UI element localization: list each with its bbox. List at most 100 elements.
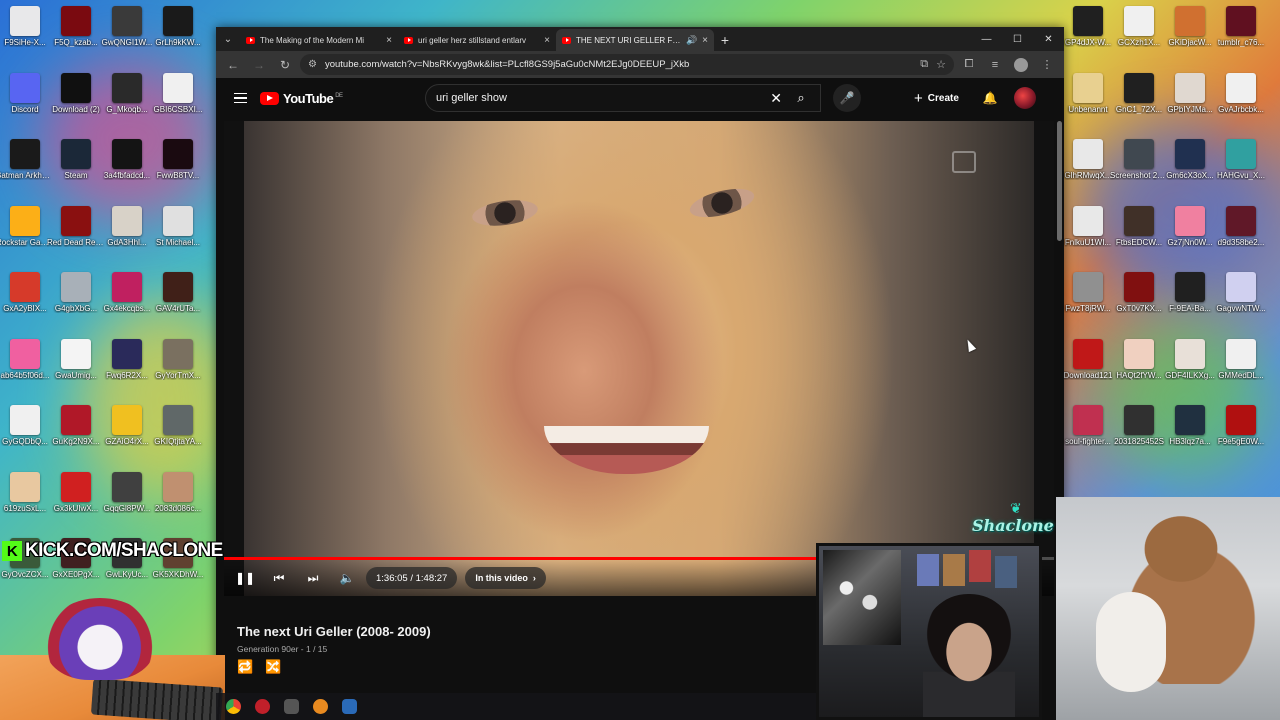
desktop-icon[interactable]: F5Q_kzab... <box>47 6 105 47</box>
desktop-icon[interactable]: GyYorTmX... <box>149 338 207 380</box>
playlist-info[interactable]: Generation 90er - 1 / 15 <box>237 644 327 654</box>
desktop-icon[interactable]: F9e5gE0W... <box>1212 405 1270 446</box>
next-button[interactable]: ⏭ <box>298 563 328 593</box>
back-button[interactable]: ← <box>222 54 244 76</box>
desktop-icon[interactable]: GrLh9kKW... <box>149 6 207 47</box>
desktop-icon[interactable]: FtbsEDCW... <box>1110 205 1168 247</box>
media-controls-button[interactable]: ≡ <box>984 54 1006 76</box>
steam-taskbar-icon[interactable] <box>342 699 357 714</box>
chapter-button[interactable]: In this video › <box>465 567 546 589</box>
app-taskbar-icon[interactable] <box>313 699 328 714</box>
desktop-icon[interactable]: GyGQDbQ... <box>0 405 54 446</box>
desktop-icon[interactable]: Screenshot 2023-06-... <box>1110 139 1168 180</box>
desktop-icon[interactable]: Gx4ekcqbs... <box>98 272 156 313</box>
profile-avatar[interactable] <box>1014 57 1028 72</box>
close-tab-icon[interactable]: × <box>702 35 708 46</box>
desktop-icon[interactable]: GuKg2N9X... <box>47 405 105 446</box>
desktop-icon[interactable]: GagvwNTW... <box>1212 272 1270 313</box>
install-app-icon[interactable]: ⧉ <box>920 58 928 71</box>
desktop-icon[interactable]: GPbIYJMa... <box>1161 72 1219 114</box>
reload-button[interactable]: ↻ <box>274 54 296 76</box>
desktop-icon[interactable]: GP4dJX-W... <box>1059 6 1117 47</box>
chrome-taskbar-icon[interactable] <box>226 699 241 714</box>
desktop-icon[interactable]: Gz7jNn0W... <box>1161 205 1219 247</box>
clear-search-icon[interactable]: ✕ <box>770 90 782 107</box>
desktop-icon[interactable]: F-9EA-Ba... <box>1161 272 1219 313</box>
desktop-icon[interactable]: GxA2yBIX... <box>0 272 54 313</box>
desktop-icon[interactable]: GwaUmig... <box>47 338 105 380</box>
desktop-icon[interactable]: FwzT8jRW... <box>1059 272 1117 313</box>
desktop-icon[interactable]: FnlkuU1WI... <box>1059 205 1117 247</box>
close-tab-icon[interactable]: × <box>544 35 550 46</box>
desktop-icon[interactable]: GdA3Hhl... <box>98 205 156 247</box>
desktop-icon[interactable]: 3a4fbfadcd... <box>98 139 156 180</box>
shuffle-icon[interactable]: 🔀 <box>265 659 281 675</box>
desktop-icon[interactable]: 2031825452S <box>1110 405 1168 446</box>
forward-button[interactable]: → <box>248 54 270 76</box>
search-input[interactable]: uri geller show ✕ <box>425 84 821 112</box>
browser-menu-button[interactable]: ⋮ <box>1036 54 1058 76</box>
account-avatar[interactable] <box>1014 87 1036 109</box>
desktop-icon[interactable]: GxT0v7KX... <box>1110 272 1168 313</box>
tab-making-of[interactable]: The Making of the Modern Mi × <box>240 29 398 51</box>
desktop-icon[interactable]: FwwB8TV... <box>149 139 207 180</box>
search-button[interactable]: ⌕ <box>786 84 816 112</box>
audio-playing-icon[interactable]: 🔊 <box>686 35 697 46</box>
video-player[interactable]: ❚❚ ⏮ ⏭ 🔈 1:36:05 / 1:48:27 In this video… <box>224 121 1054 596</box>
desktop-icon[interactable]: ab64b5f06d... <box>0 338 54 380</box>
desktop-icon[interactable]: GnC1_72X... <box>1110 72 1168 114</box>
desktop-icon[interactable]: GvAJrbcbk... <box>1212 72 1270 114</box>
desktop-icon[interactable]: Fwq6R2X... <box>98 338 156 380</box>
desktop-icon[interactable]: GBI6CSBXI... <box>149 72 207 114</box>
desktop-icon[interactable]: tumblr_c76... <box>1212 6 1270 47</box>
desktop-icon[interactable]: HAHGvu_X... <box>1212 139 1270 180</box>
desktop-icon[interactable]: GMMedDL... <box>1212 338 1270 380</box>
desktop-icon[interactable]: GDF4ILKXg... <box>1161 338 1219 380</box>
extensions-button[interactable]: ⧠ <box>958 54 980 76</box>
desktop-icon[interactable]: d9d358be2... <box>1212 205 1270 247</box>
mute-button[interactable]: 🔈 <box>332 563 362 593</box>
desktop-icon[interactable]: G4gbXbG... <box>47 272 105 313</box>
tab-search-button[interactable]: ⌄ <box>216 27 240 51</box>
desktop-icon[interactable]: St Michael... <box>149 205 207 247</box>
site-info-icon[interactable]: ⚙ <box>308 59 317 70</box>
video-frame[interactable] <box>244 121 1034 596</box>
app-taskbar-icon[interactable] <box>284 699 299 714</box>
desktop-icon[interactable]: GCXzh1X... <box>1110 6 1168 47</box>
minimize-icon[interactable]: — <box>971 27 1002 51</box>
desktop-icon[interactable]: G_Mkoqb... <box>98 72 156 114</box>
desktop-icon[interactable]: HB3lqz7a... <box>1161 405 1219 446</box>
desktop-icon[interactable]: GlhRMwqX... <box>1059 139 1117 180</box>
tab-uri-geller-herz[interactable]: uri geller herz stillstand entlarv × <box>398 29 556 51</box>
desktop-icon[interactable]: F9SiHe-X... <box>0 6 54 47</box>
pause-button[interactable]: ❚❚ <box>230 563 260 593</box>
desktop-icon[interactable]: GKiDjacW... <box>1161 6 1219 47</box>
desktop-icon[interactable]: GwQNGI1W... <box>98 6 156 47</box>
previous-button[interactable]: ⏮ <box>264 563 294 593</box>
create-button[interactable]: + Create <box>904 84 969 112</box>
loop-icon[interactable]: 🔁 <box>237 659 253 675</box>
new-tab-button[interactable]: + <box>714 29 736 51</box>
desktop-icon[interactable]: GZAiO4rX... <box>98 405 156 446</box>
desktop-icon[interactable]: GAV4rUTa... <box>149 272 207 313</box>
desktop-icon[interactable]: GqqGl8PW... <box>98 471 156 513</box>
desktop-icon[interactable]: GKIQtjtaYA... <box>149 405 207 446</box>
voice-search-button[interactable]: 🎤 <box>833 84 861 112</box>
desktop-icon[interactable]: 2083d086c... <box>149 471 207 513</box>
notifications-button[interactable]: 🔔 <box>976 84 1004 112</box>
desktop-icon[interactable]: Download121 <box>1059 338 1117 380</box>
desktop-icon[interactable]: Gx3kUIwX... <box>47 471 105 513</box>
maximize-icon[interactable]: ☐ <box>1002 27 1033 51</box>
desktop-icon[interactable]: soul-fighter... <box>1059 405 1117 446</box>
desktop-icon[interactable]: 619zuSxL... <box>0 471 54 513</box>
desktop-icon[interactable]: Gm6cX3oX... <box>1161 139 1219 180</box>
youtube-logo[interactable]: YouTube DE <box>260 91 343 106</box>
app-taskbar-icon[interactable] <box>255 699 270 714</box>
desktop-icon[interactable]: Rockstar Games ... <box>0 205 54 247</box>
page-scrollbar[interactable] <box>1057 121 1062 241</box>
bookmark-star-icon[interactable]: ☆ <box>936 58 946 71</box>
close-tab-icon[interactable]: × <box>386 35 392 46</box>
desktop-icon[interactable]: Red Dead Redempti... <box>47 205 105 247</box>
tab-next-uri-geller[interactable]: THE NEXT URI GELLER Folg 🔊 × <box>556 29 714 51</box>
desktop-icon[interactable]: Discord <box>0 72 54 114</box>
